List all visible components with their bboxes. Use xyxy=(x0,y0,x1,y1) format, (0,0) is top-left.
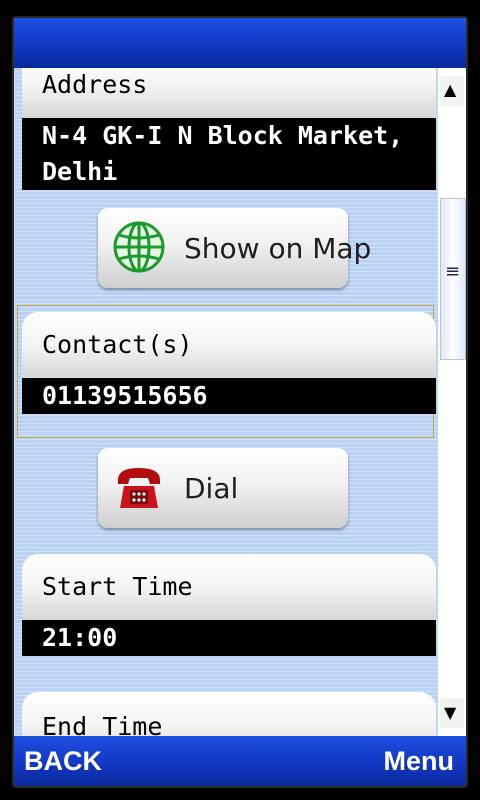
start-time-label: Start Time xyxy=(42,572,193,601)
scroll-thumb[interactable]: ≡ xyxy=(440,198,466,360)
scroll-up-icon: ▲ xyxy=(444,80,457,99)
address-card: Address N-4 GK-I N Block Market, Delhi xyxy=(22,68,436,190)
start-time-header: Start Time xyxy=(22,554,436,620)
end-time-label: End Time xyxy=(42,712,163,736)
phone-screen: Address N-4 GK-I N Block Market, Delhi S… xyxy=(12,16,468,788)
address-value: N-4 GK-I N Block Market, Delhi xyxy=(22,118,436,190)
address-line-2: Delhi xyxy=(42,157,118,186)
start-time-value: 21:00 xyxy=(22,620,436,656)
title-bar xyxy=(14,18,466,68)
show-on-map-button[interactable]: Show on Map xyxy=(98,208,371,288)
end-time-header: End Time xyxy=(22,692,436,736)
address-header: Address xyxy=(22,68,436,118)
contact-number: 01139515656 xyxy=(42,381,208,410)
scroll-up-button[interactable]: ▲ xyxy=(440,76,464,106)
start-time-card: Start Time 21:00 xyxy=(22,554,436,676)
dial-label: Dial xyxy=(184,472,239,505)
scrollbar[interactable]: ▲ ≡ ▼ xyxy=(438,68,466,736)
scroll-grip-icon: ≡ xyxy=(445,261,461,282)
softkey-bar: BACK Menu xyxy=(14,736,466,786)
address-label: Address xyxy=(42,70,148,99)
menu-softkey[interactable]: Menu xyxy=(384,746,455,777)
address-line-1: N-4 GK-I N Block Market, xyxy=(42,121,404,150)
show-on-map-label: Show on Map xyxy=(184,232,372,265)
scroll-down-icon: ▼ xyxy=(444,703,457,722)
start-time-text: 21:00 xyxy=(42,623,118,652)
contact-card[interactable]: Contact(s) 01139515656 xyxy=(22,312,436,434)
telephone-icon xyxy=(118,468,160,508)
details-scroll-area[interactable]: Address N-4 GK-I N Block Market, Delhi S… xyxy=(14,68,438,736)
back-softkey[interactable]: BACK xyxy=(24,746,102,777)
globe-icon xyxy=(113,221,165,273)
scroll-down-button[interactable]: ▼ xyxy=(440,698,464,728)
contact-label: Contact(s) xyxy=(42,330,193,359)
dial-button[interactable]: Dial xyxy=(98,448,348,528)
contact-value: 01139515656 xyxy=(22,378,436,414)
contact-header: Contact(s) xyxy=(22,312,436,378)
end-time-card: End Time xyxy=(22,692,436,736)
